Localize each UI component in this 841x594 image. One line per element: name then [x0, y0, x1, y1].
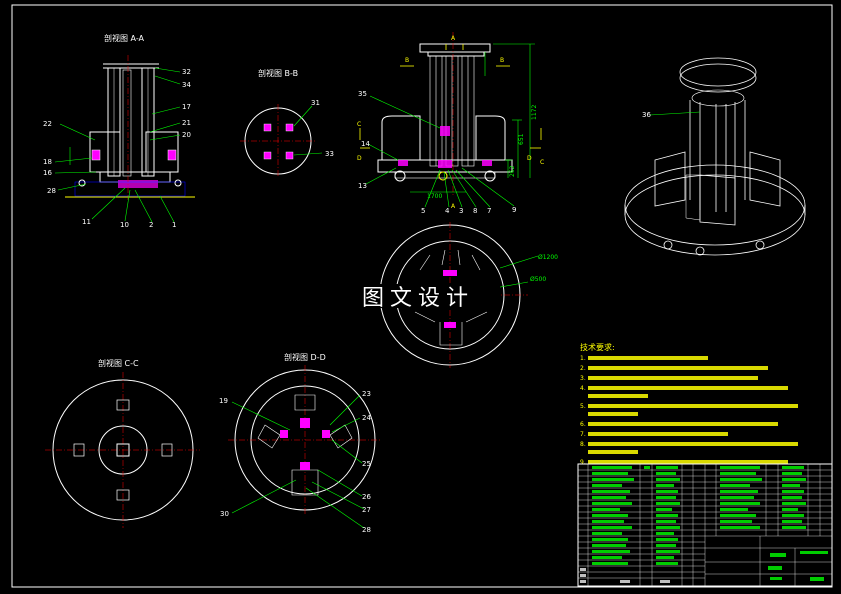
- label-30: 30: [220, 510, 229, 518]
- section-mark-d-right: D: [527, 155, 532, 162]
- section-mark-c-right: C: [540, 159, 544, 166]
- label-16: 16: [43, 169, 52, 177]
- label-7: 7: [487, 207, 491, 215]
- tech-req-3: 3.: [580, 375, 586, 382]
- watermark: 图文设计: [362, 286, 474, 311]
- tech-req-4: 4.: [580, 385, 586, 392]
- label-2: 2: [149, 221, 153, 229]
- label-8: 8: [473, 207, 477, 215]
- dim-1172: 1172: [531, 105, 538, 120]
- label-36: 36: [642, 111, 651, 119]
- label-21: 21: [182, 119, 191, 127]
- tech-req-5: 5.: [580, 403, 586, 410]
- label-33: 33: [325, 150, 334, 158]
- title-section-dd: 剖视图 D-D: [284, 352, 326, 362]
- label-22: 22: [43, 120, 52, 128]
- label-3: 3: [459, 207, 463, 215]
- tech-req-9: 9.: [580, 459, 586, 466]
- dim-dia-1200: Ø1200: [538, 254, 558, 261]
- section-mark-b-right: B: [500, 57, 504, 64]
- tech-req-8: 8.: [580, 441, 586, 448]
- cad-drawing: 剖视图 A-A 32 34 17 21 20 22 18 16 28 11 10…: [11, 4, 833, 588]
- label-25: 25: [362, 460, 371, 468]
- dim-262: 262: [509, 165, 516, 177]
- label-11: 11: [82, 218, 91, 226]
- tech-req-1: 1.: [580, 355, 586, 362]
- label-18: 18: [43, 158, 52, 166]
- section-mark-a-bottom: A: [451, 203, 456, 210]
- label-27: 27: [362, 506, 371, 514]
- section-mark-d-left: D: [357, 155, 362, 162]
- view-section-dd: 剖视图 D-D 19 23 24 25 26 27 28 30: [219, 352, 382, 534]
- label-9: 9: [512, 206, 516, 214]
- label-4: 4: [445, 207, 450, 215]
- title-section-cc: 剖视图 C-C: [98, 358, 139, 368]
- section-mark-b-left: B: [405, 57, 409, 64]
- view-section-cc: 剖视图 C-C: [45, 358, 200, 528]
- section-mark-a-top: A: [451, 35, 456, 42]
- tech-requirements: 技术要求: 1. 2. 3. 4. 5. 6. 7. 8. 9.: [580, 342, 798, 466]
- tech-req-6: 6.: [580, 421, 586, 428]
- view-front: 1172 651 262 1700 A A B B C C D D 35 14 …: [357, 32, 544, 215]
- view-section-bb: 剖视图 B-B 31 33: [240, 68, 334, 178]
- label-24: 24: [362, 414, 371, 422]
- label-23: 23: [362, 390, 371, 398]
- dim-dia-500: Ø500: [530, 276, 546, 283]
- label-32: 32: [182, 68, 191, 76]
- view-isometric: [624, 57, 806, 256]
- label-19: 19: [219, 397, 228, 405]
- label-28-dd: 28: [362, 526, 371, 534]
- parts-list-table: [577, 463, 833, 587]
- label-10: 10: [120, 221, 129, 229]
- label-17: 17: [182, 103, 191, 111]
- label-14: 14: [361, 140, 370, 148]
- label-26: 26: [362, 493, 371, 501]
- label-5: 5: [421, 207, 425, 215]
- dim-651: 651: [518, 133, 525, 145]
- tech-req-title: 技术要求:: [580, 342, 615, 352]
- label-28: 28: [47, 187, 56, 195]
- label-20: 20: [182, 131, 191, 139]
- view-section-aa: 剖视图 A-A 32 34 17 21 20 22 18 16 28 11 10…: [43, 33, 195, 229]
- title-section-aa: 剖视图 A-A: [104, 33, 145, 43]
- view-round: Ø1200 Ø500 图文设计: [360, 222, 558, 368]
- label-31: 31: [311, 99, 320, 107]
- tech-req-7: 7.: [580, 431, 586, 438]
- title-section-bb: 剖视图 B-B: [258, 68, 298, 78]
- section-mark-c-left: C: [357, 121, 361, 128]
- label-34: 34: [182, 81, 191, 89]
- label-13: 13: [358, 182, 367, 190]
- label-35: 35: [358, 90, 367, 98]
- label-1: 1: [172, 221, 176, 229]
- tech-req-2: 2.: [580, 365, 586, 372]
